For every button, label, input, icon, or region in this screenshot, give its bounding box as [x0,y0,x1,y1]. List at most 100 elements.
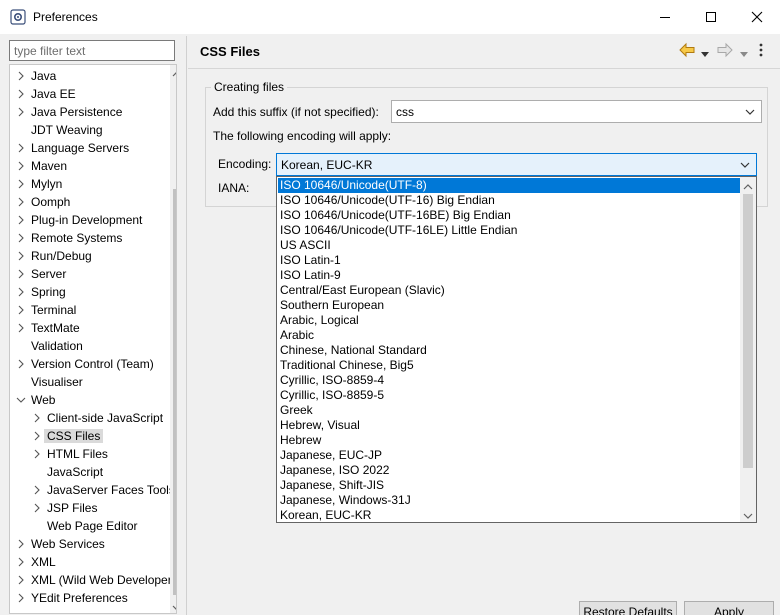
tree-item[interactable]: JavaScript [10,463,162,481]
tree-item[interactable]: Java [10,67,162,85]
encoding-option[interactable]: Southern European [278,298,740,313]
tree-item[interactable]: Java EE [10,85,162,103]
tree-item[interactable]: HTML Files [10,445,162,463]
chevron-right-icon[interactable] [32,448,42,460]
preference-tree[interactable]: Java Java EE Java Persistence JDT Weaving La… [9,64,177,614]
minimize-button[interactable] [642,0,688,34]
encoding-option[interactable]: Japanese, EUC-JP [278,448,740,463]
encoding-combo[interactable]: Korean, EUC-KR [276,153,757,176]
tree-item[interactable]: Terminal [10,301,162,319]
encoding-option[interactable]: Cyrillic, ISO-8859-4 [278,373,740,388]
encoding-dropdown-list[interactable]: ISO 10646/Unicode(UTF-8) ISO 10646/Unicod… [276,176,757,523]
chevron-up-icon[interactable] [172,67,176,81]
dropdown-scrollbar[interactable] [740,177,756,522]
apply-button[interactable]: Apply [684,601,774,615]
tree-item[interactable]: JavaServer Faces Tools [10,481,175,499]
chevron-down-icon[interactable] [745,106,755,120]
tree-item[interactable]: JDT Weaving [10,121,162,139]
encoding-option[interactable]: Hebrew [278,433,740,448]
chevron-right-icon[interactable] [16,70,26,82]
chevron-right-icon[interactable] [16,538,26,550]
chevron-right-icon[interactable] [16,88,26,100]
restore-defaults-button[interactable]: Restore Defaults [579,601,677,615]
encoding-option[interactable]: Central/East European (Slavic) [278,283,740,298]
chevron-right-icon[interactable] [16,268,26,280]
encoding-option[interactable]: Cyrillic, ISO-8859-5 [278,388,740,403]
tree-item[interactable]: Web Page Editor [10,517,162,535]
tree-item[interactable]: Maven [10,157,162,175]
tree-item[interactable]: Run/Debug [10,247,162,265]
tree-item[interactable]: Validation [10,337,162,355]
encoding-option[interactable]: ISO Latin-1 [278,253,740,268]
tree-item[interactable]: Spring [10,283,162,301]
chevron-right-icon[interactable] [16,250,26,262]
chevron-right-icon[interactable] [16,322,26,334]
chevron-right-icon[interactable] [16,592,26,604]
tree-item[interactable]: Server [10,265,162,283]
tree-item[interactable]: Visualiser [10,373,162,391]
tree-item[interactable]: CSS Files [10,427,162,445]
chevron-right-icon[interactable] [16,358,26,370]
encoding-option[interactable]: Arabic [278,328,740,343]
encoding-option[interactable]: Hebrew, Visual [278,418,740,433]
encoding-option[interactable]: ISO 10646/Unicode(UTF-16) Big Endian [278,193,740,208]
chevron-right-icon[interactable] [16,304,26,316]
encoding-option[interactable]: Arabic, Logical [278,313,740,328]
encoding-option[interactable]: ISO Latin-9 [278,268,740,283]
forward-history-dropdown-icon[interactable] [740,47,748,61]
back-history-dropdown-icon[interactable] [701,47,709,61]
forward-arrow-icon[interactable] [716,42,734,61]
tree-item[interactable]: Java Persistence [10,103,162,121]
tree-item[interactable]: Plug-in Development [10,211,162,229]
chevron-right-icon[interactable] [32,484,42,496]
encoding-option[interactable]: Japanese, Shift-JIS [278,478,740,493]
view-menu-icon[interactable] [758,42,764,61]
encoding-option[interactable]: Chinese, National Standard [278,343,740,358]
chevron-down-icon[interactable] [740,159,750,173]
tree-item[interactable]: Mylyn [10,175,162,193]
tree-item[interactable]: TextMate [10,319,162,337]
tree-item[interactable]: Remote Systems [10,229,162,247]
tree-item[interactable]: Web Services [10,535,162,553]
chevron-down-icon[interactable] [172,601,176,613]
tree-item[interactable]: Language Servers [10,139,162,157]
encoding-option[interactable]: Traditional Chinese, Big5 [278,358,740,373]
tree-item[interactable]: XML [10,553,162,571]
tree-item[interactable]: XML (Wild Web Developer) [10,571,176,589]
encoding-option[interactable]: ISO 10646/Unicode(UTF-16BE) Big Endian [278,208,740,223]
chevron-right-icon[interactable] [32,430,42,442]
chevron-right-icon[interactable] [16,232,26,244]
tree-item[interactable]: Web [10,391,162,409]
tree-item[interactable]: Client-side JavaScript [10,409,163,427]
chevron-down-icon[interactable] [743,509,753,522]
tree-scrollbar[interactable] [170,65,176,613]
chevron-right-icon[interactable] [32,502,42,514]
chevron-up-icon[interactable] [743,180,753,194]
dropdown-scroll-thumb[interactable] [743,194,753,468]
encoding-option[interactable]: US ASCII [278,238,740,253]
tree-scroll-thumb[interactable] [173,189,176,595]
encoding-option[interactable]: ISO 10646/Unicode(UTF-8) [278,178,740,193]
filter-input[interactable] [9,40,175,61]
chevron-right-icon[interactable] [16,556,26,568]
encoding-option[interactable]: Greek [278,403,740,418]
chevron-right-icon[interactable] [32,412,42,424]
tree-item[interactable]: YEdit Preferences [10,589,162,607]
encoding-option[interactable]: ISO 10646/Unicode(UTF-16LE) Little Endia… [278,223,740,238]
encoding-option[interactable]: Japanese, ISO 2022 [278,463,740,478]
tree-item[interactable]: Oomph [10,193,162,211]
chevron-right-icon[interactable] [16,160,26,172]
suffix-combo[interactable]: css [391,100,762,123]
chevron-right-icon[interactable] [16,142,26,154]
chevron-right-icon[interactable] [16,214,26,226]
chevron-right-icon[interactable] [16,286,26,298]
chevron-right-icon[interactable] [16,106,26,118]
encoding-option[interactable]: Japanese, Windows-31J [278,493,740,508]
pane-divider[interactable] [186,36,187,615]
chevron-right-icon[interactable] [16,196,26,208]
back-arrow-icon[interactable] [678,42,696,61]
tree-item[interactable]: Version Control (Team) [10,355,162,373]
encoding-option[interactable]: Korean, EUC-KR [278,508,740,522]
chevron-down-icon[interactable] [16,394,26,406]
maximize-button[interactable] [688,0,734,34]
